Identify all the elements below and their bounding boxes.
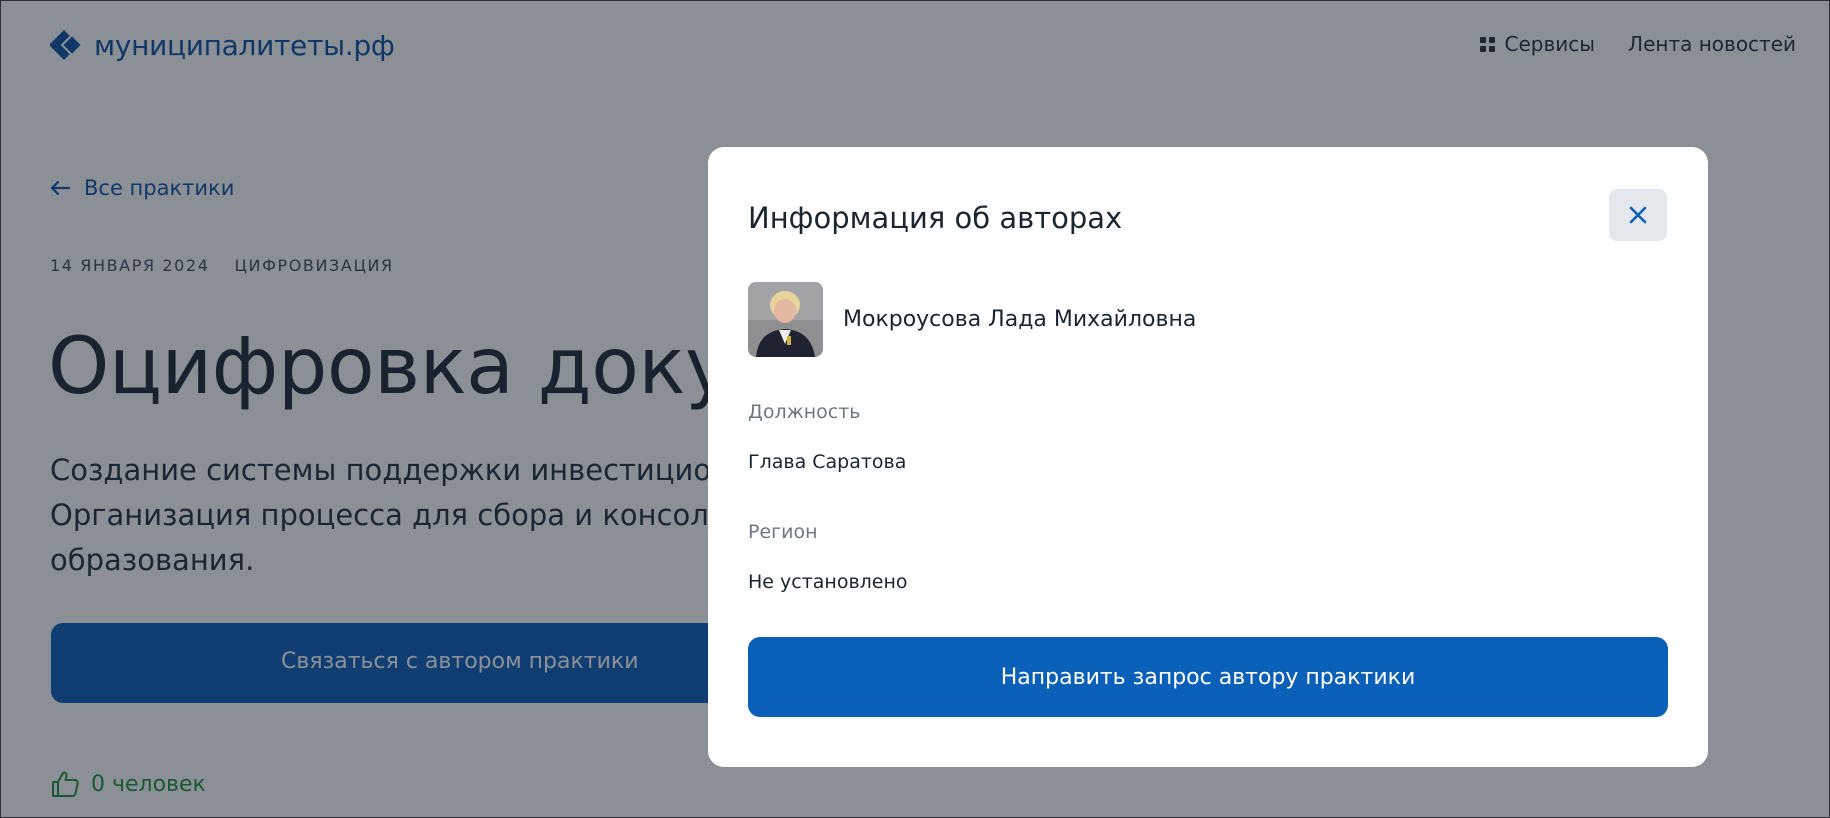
- close-button[interactable]: [1609, 189, 1667, 241]
- modal-title: Информация об авторах: [748, 201, 1123, 235]
- position-value: Глава Саратова: [748, 451, 907, 473]
- position-label: Должность: [748, 401, 861, 423]
- author-avatar: [748, 282, 823, 357]
- author-name: Мокроусова Лада Михайловна: [843, 307, 1197, 332]
- author-portrait-image: [748, 282, 823, 357]
- authors-modal: Информация об авторах Мокроусова Лада Ми…: [708, 147, 1708, 767]
- region-label: Регион: [748, 521, 818, 543]
- region-value: Не установлено: [748, 571, 908, 593]
- send-request-button[interactable]: Направить запрос автору практики: [748, 637, 1668, 717]
- close-icon: [1629, 206, 1647, 224]
